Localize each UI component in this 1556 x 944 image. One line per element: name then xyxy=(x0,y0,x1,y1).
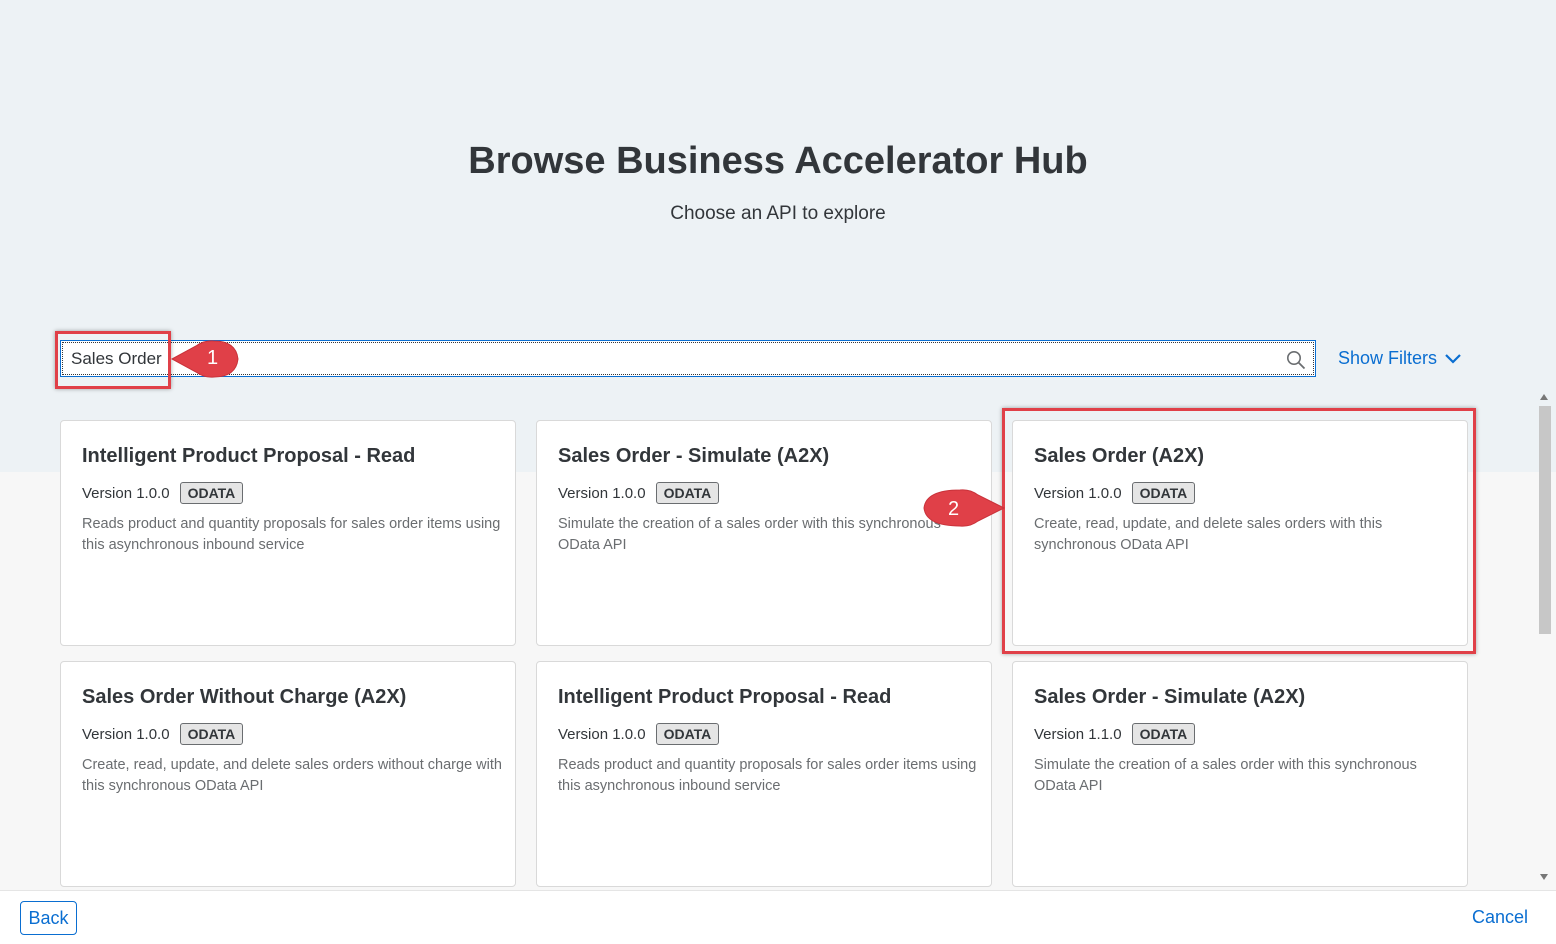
api-card-version-row: Version 1.1.0 ODATA xyxy=(1034,723,1196,745)
show-filters-label: Show Filters xyxy=(1338,348,1438,368)
cancel-button[interactable]: Cancel xyxy=(1472,907,1528,928)
api-card-version-row: Version 1.0.0 ODATA xyxy=(82,482,244,504)
scrollbar-thumb[interactable] xyxy=(1539,406,1551,634)
api-card-title: Sales Order - Simulate (A2X) xyxy=(558,445,830,467)
callout-step-2-number: 2 xyxy=(948,498,960,520)
api-card-version: Version 1.0.0 xyxy=(82,725,170,743)
vertical-scrollbar[interactable] xyxy=(1536,388,1554,888)
api-card-version: Version 1.0.0 xyxy=(82,484,170,502)
api-card-description: Reads product and quantity proposals for… xyxy=(558,757,977,794)
highlight-box-search xyxy=(55,331,171,389)
api-type-badge: ODATA xyxy=(179,723,244,745)
api-card-version-row: Version 1.0.0 ODATA xyxy=(82,723,244,745)
callout-step-1: 1 xyxy=(170,340,242,380)
api-card-title: Intelligent Product Proposal - Read xyxy=(82,445,416,467)
api-card[interactable]: Intelligent Product Proposal - Read Vers… xyxy=(536,661,992,887)
search-field[interactable] xyxy=(60,340,1316,377)
api-card-version: Version 1.0.0 xyxy=(558,725,646,743)
hero-banner xyxy=(0,0,1556,472)
api-card-version-row: Version 1.0.0 ODATA xyxy=(558,482,720,504)
callout-step-2: 2 xyxy=(922,489,1006,529)
scroll-up-arrow-icon[interactable] xyxy=(1540,394,1548,400)
page-subtitle: Choose an API to explore xyxy=(670,203,886,224)
api-card-version: Version 1.1.0 xyxy=(1034,725,1122,743)
api-card-version-row: Version 1.0.0 ODATA xyxy=(558,723,720,745)
api-card-title: Sales Order Without Charge (A2X) xyxy=(82,686,407,708)
chevron-down-icon xyxy=(1445,353,1461,364)
callout-step-1-number: 1 xyxy=(207,347,219,369)
api-card[interactable]: Sales Order - Simulate (A2X) Version 1.0… xyxy=(536,420,992,646)
api-card[interactable]: Sales Order - Simulate (A2X) Version 1.1… xyxy=(1012,661,1468,887)
highlight-box-card xyxy=(1002,408,1476,654)
search-icon[interactable] xyxy=(1286,350,1306,370)
api-type-badge: ODATA xyxy=(655,482,720,504)
api-card-description: Reads product and quantity proposals for… xyxy=(82,516,501,553)
dialog-footer: Back Cancel xyxy=(0,890,1556,944)
api-type-badge: ODATA xyxy=(179,482,244,504)
callout-marker-icon xyxy=(923,489,1006,527)
api-type-badge: ODATA xyxy=(655,723,720,745)
callout-marker-icon xyxy=(170,340,239,378)
show-filters-button[interactable]: Show Filters xyxy=(1338,348,1461,369)
search-input[interactable] xyxy=(71,344,1271,373)
api-card-title: Intelligent Product Proposal - Read xyxy=(558,686,892,708)
api-card[interactable]: Intelligent Product Proposal - Read Vers… xyxy=(60,420,516,646)
api-card-description: Create, read, update, and delete sales o… xyxy=(82,757,502,794)
api-card[interactable]: Sales Order Without Charge (A2X) Version… xyxy=(60,661,516,887)
api-type-badge: ODATA xyxy=(1131,723,1196,745)
page-title: Browse Business Accelerator Hub xyxy=(468,140,1088,182)
scroll-down-arrow-icon[interactable] xyxy=(1540,874,1548,880)
api-card-description: Simulate the creation of a sales order w… xyxy=(558,516,941,553)
api-card-title: Sales Order - Simulate (A2X) xyxy=(1034,686,1306,708)
api-card-version: Version 1.0.0 xyxy=(558,484,646,502)
api-card-description: Simulate the creation of a sales order w… xyxy=(1034,757,1417,794)
back-button[interactable]: Back xyxy=(20,901,77,935)
